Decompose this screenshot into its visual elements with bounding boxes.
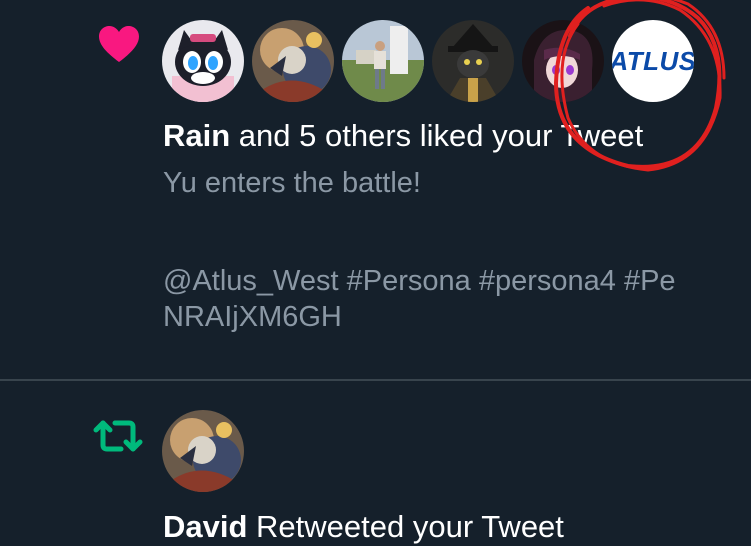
action-text: Retweeted your Tweet: [247, 509, 564, 544]
actor-name[interactable]: Rain: [163, 118, 230, 153]
tweet-line: NRAIjXM6GH: [163, 301, 342, 333]
avatar-rain[interactable]: [162, 20, 244, 102]
retweet-icon: [93, 420, 143, 452]
tweet-preview[interactable]: Yu enters the battle! @Atlus_West #Perso…: [163, 165, 676, 335]
avatar-liker-2[interactable]: [252, 20, 334, 102]
avatar-atlus[interactable]: ATLUS: [612, 20, 694, 102]
like-notification[interactable]: ATLUS Rain and 5 others liked your Tweet…: [0, 0, 751, 380]
action-text: and 5 others liked your Tweet: [230, 118, 644, 153]
atlus-logo: ATLUS: [612, 45, 694, 76]
tweet-line: Yu enters the battle!: [163, 167, 421, 199]
heart-icon: [99, 26, 139, 62]
avatar-david[interactable]: [162, 410, 244, 492]
like-headline: Rain and 5 others liked your Tweet: [163, 117, 643, 155]
avatar-liker-4[interactable]: [432, 20, 514, 102]
retweet-headline: David Retweeted your Tweet: [163, 508, 564, 546]
tweet-line: @Atlus_West #Persona #persona4 #Pe: [163, 265, 676, 297]
avatar-liker-3[interactable]: [342, 20, 424, 102]
retweet-notification[interactable]: David Retweeted your Tweet: [0, 381, 751, 544]
actor-name[interactable]: David: [163, 509, 247, 544]
avatar-liker-5[interactable]: [522, 20, 604, 102]
